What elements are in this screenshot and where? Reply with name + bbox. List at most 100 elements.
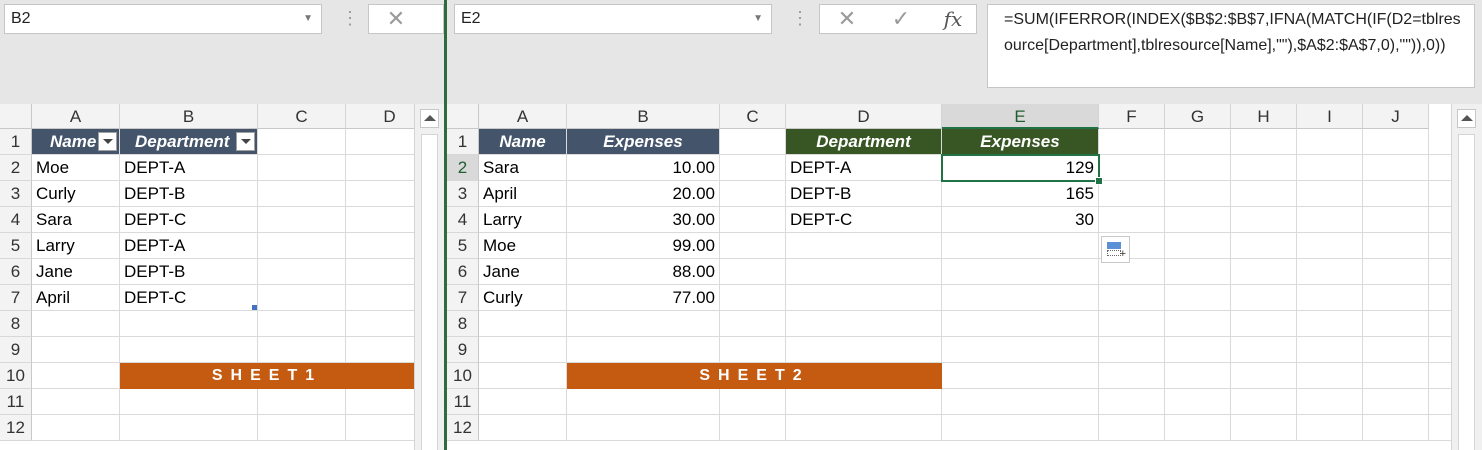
row-header[interactable]: 6 bbox=[0, 259, 32, 285]
column-header-a[interactable]: A bbox=[32, 104, 120, 129]
cell-department[interactable]: DEPT-B bbox=[120, 181, 258, 207]
row-header[interactable]: 4 bbox=[0, 207, 32, 233]
filter-dropdown-icon[interactable] bbox=[98, 132, 117, 151]
cell-name[interactable]: April bbox=[32, 285, 120, 311]
cell-department[interactable]: DEPT-C bbox=[120, 207, 258, 233]
row-header[interactable]: 7 bbox=[0, 285, 32, 311]
header-label: Department bbox=[135, 132, 230, 151]
row-header[interactable]: 2 bbox=[0, 155, 32, 181]
column-header-f[interactable]: F bbox=[1099, 104, 1165, 129]
column-header-d[interactable]: D bbox=[786, 104, 942, 129]
cell-expense[interactable]: 10.00 bbox=[567, 155, 720, 181]
column-header-j[interactable]: J bbox=[1363, 104, 1429, 129]
chevron-down-icon[interactable]: ▼ bbox=[303, 5, 313, 33]
table-header-department[interactable]: Department bbox=[120, 129, 258, 155]
row-header[interactable]: 9 bbox=[447, 337, 479, 363]
row-header[interactable]: 8 bbox=[0, 311, 32, 337]
row-header[interactable]: 5 bbox=[0, 233, 32, 259]
cell-name[interactable]: Jane bbox=[479, 259, 567, 285]
more-options-icon[interactable]: ⋮ bbox=[791, 6, 809, 30]
row-header[interactable]: 1 bbox=[447, 129, 479, 155]
column-header-b[interactable]: B bbox=[120, 104, 258, 129]
cell-name[interactable]: Curly bbox=[32, 181, 120, 207]
select-all-corner[interactable] bbox=[447, 104, 479, 129]
row-header[interactable]: 3 bbox=[0, 181, 32, 207]
fill-handle[interactable] bbox=[1095, 177, 1103, 185]
column-header-c[interactable]: C bbox=[258, 104, 346, 129]
filter-dropdown-icon[interactable] bbox=[236, 132, 255, 151]
row-header[interactable]: 9 bbox=[0, 337, 32, 363]
cell-name[interactable]: Sara bbox=[479, 155, 567, 181]
more-options-icon[interactable]: ⋮ bbox=[341, 6, 359, 30]
cell-expense[interactable]: 99.00 bbox=[567, 233, 720, 259]
summary-department[interactable]: DEPT-B bbox=[786, 181, 942, 207]
row-header[interactable]: 6 bbox=[447, 259, 479, 285]
row-header[interactable]: 11 bbox=[0, 389, 32, 415]
cell-name[interactable]: Curly bbox=[479, 285, 567, 311]
name-box[interactable]: E2 ▼ bbox=[454, 4, 772, 34]
summary-total[interactable]: 30 bbox=[942, 207, 1099, 233]
formula-input[interactable]: =SUM(IFERROR(INDEX($B$2:$B$7,IFNA(MATCH(… bbox=[987, 4, 1475, 88]
sheet2-window: E2 ▼ ⋮ ✕ ✓ fx =SUM(IFERROR(INDEX($B$2:$B… bbox=[447, 0, 1482, 450]
row-header[interactable]: 2 bbox=[447, 155, 479, 181]
cancel-icon[interactable]: ✕ bbox=[832, 5, 862, 33]
select-all-corner[interactable] bbox=[0, 104, 32, 129]
row-header[interactable]: 10 bbox=[0, 363, 32, 389]
cell-department[interactable]: DEPT-A bbox=[120, 233, 258, 259]
row-header[interactable]: 4 bbox=[447, 207, 479, 233]
cell-expense[interactable]: 20.00 bbox=[567, 181, 720, 207]
row-header[interactable]: 1 bbox=[0, 129, 32, 155]
column-header-c[interactable]: C bbox=[720, 104, 786, 129]
cell-name[interactable]: Larry bbox=[479, 207, 567, 233]
table-header-name[interactable]: Name bbox=[479, 129, 567, 155]
cell-name[interactable]: Larry bbox=[32, 233, 120, 259]
row-header[interactable]: 12 bbox=[0, 415, 32, 441]
row-header[interactable]: 5 bbox=[447, 233, 479, 259]
column-header-b[interactable]: B bbox=[567, 104, 720, 129]
cancel-icon[interactable]: ✕ bbox=[381, 5, 411, 33]
vertical-scrollbar[interactable] bbox=[1451, 104, 1482, 450]
cell-name[interactable]: Sara bbox=[32, 207, 120, 233]
row-header[interactable]: 11 bbox=[447, 389, 479, 415]
summary-header-department[interactable]: Department bbox=[786, 129, 942, 155]
cell-name[interactable]: Moe bbox=[32, 155, 120, 181]
column-header-e[interactable]: E bbox=[942, 104, 1099, 129]
summary-department[interactable]: DEPT-C bbox=[786, 207, 942, 233]
enter-check-icon[interactable]: ✓ bbox=[886, 5, 916, 33]
vertical-scrollbar[interactable] bbox=[414, 104, 444, 450]
table-header-expenses[interactable]: Expenses bbox=[567, 129, 720, 155]
cell-name[interactable]: Moe bbox=[479, 233, 567, 259]
column-header-g[interactable]: G bbox=[1165, 104, 1231, 129]
column-header-h[interactable]: H bbox=[1231, 104, 1297, 129]
summary-header-expenses[interactable]: Expenses bbox=[942, 129, 1099, 155]
cell-department[interactable]: DEPT-A bbox=[120, 155, 258, 181]
row-header[interactable]: 3 bbox=[447, 181, 479, 207]
cell-expense[interactable]: 88.00 bbox=[567, 259, 720, 285]
cell-expense[interactable]: 30.00 bbox=[567, 207, 720, 233]
chevron-down-icon[interactable]: ▼ bbox=[753, 5, 763, 33]
scrollbar-thumb[interactable] bbox=[421, 134, 438, 450]
scroll-up-icon[interactable] bbox=[420, 109, 439, 128]
table-header-name[interactable]: Name bbox=[32, 129, 120, 155]
table-resize-handle[interactable] bbox=[252, 305, 257, 310]
row-header[interactable]: 7 bbox=[447, 285, 479, 311]
summary-department[interactable]: DEPT-A bbox=[786, 155, 942, 181]
row-header[interactable]: 8 bbox=[447, 311, 479, 337]
cell-name[interactable]: April bbox=[479, 181, 567, 207]
name-box-value: B2 bbox=[11, 10, 31, 27]
quick-analysis-icon[interactable]: + bbox=[1101, 236, 1130, 263]
row-header[interactable]: 10 bbox=[447, 363, 479, 389]
scroll-up-icon[interactable] bbox=[1457, 109, 1476, 128]
scrollbar-thumb[interactable] bbox=[1458, 134, 1475, 450]
cell-department[interactable]: DEPT-B bbox=[120, 259, 258, 285]
summary-total[interactable]: 129 bbox=[942, 155, 1099, 181]
insert-function-icon[interactable]: fx bbox=[938, 5, 968, 33]
column-header-a[interactable]: A bbox=[479, 104, 567, 129]
name-box[interactable]: B2 ▼ bbox=[4, 4, 322, 34]
row-header[interactable]: 12 bbox=[447, 415, 479, 441]
cell-expense[interactable]: 77.00 bbox=[567, 285, 720, 311]
cell-department[interactable]: DEPT-C bbox=[120, 285, 258, 311]
column-header-i[interactable]: I bbox=[1297, 104, 1363, 129]
cell-name[interactable]: Jane bbox=[32, 259, 120, 285]
summary-total[interactable]: 165 bbox=[942, 181, 1099, 207]
